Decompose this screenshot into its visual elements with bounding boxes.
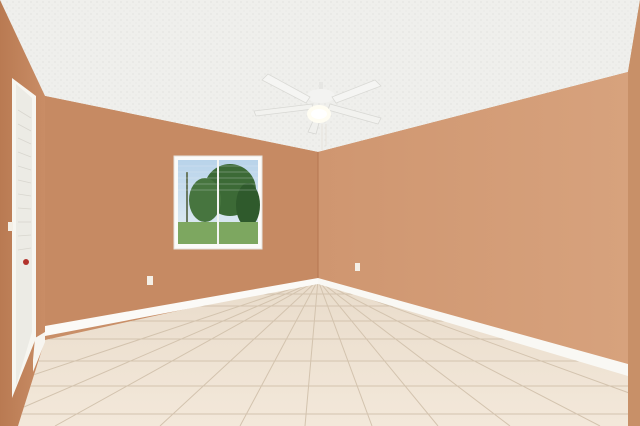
window	[173, 155, 263, 250]
outlet-right-wall	[355, 263, 360, 271]
light-switch	[8, 222, 13, 231]
room-photo	[0, 0, 640, 426]
outlet-back-wall	[147, 276, 153, 285]
room-illustration	[0, 0, 640, 426]
door-knob	[23, 259, 29, 265]
right-edge-wall	[628, 0, 640, 426]
